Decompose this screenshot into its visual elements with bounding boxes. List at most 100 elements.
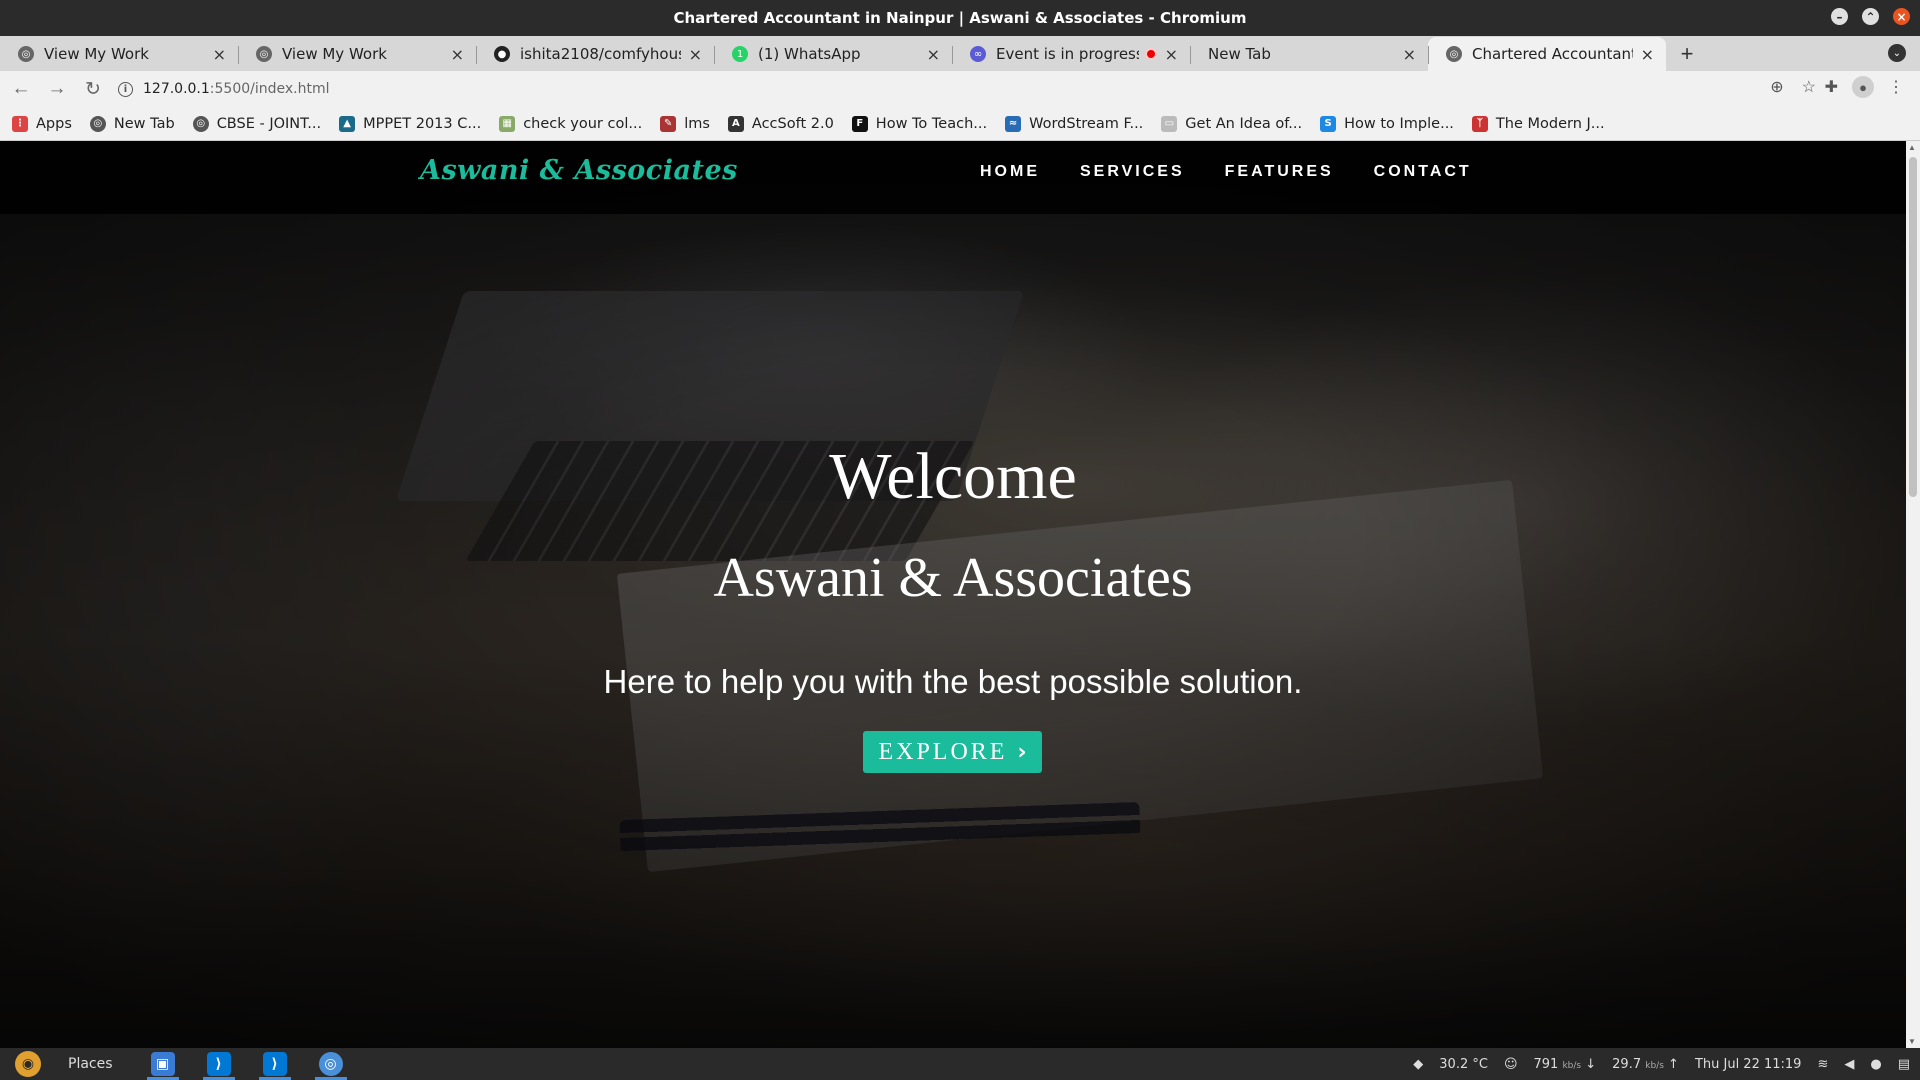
net-up-readout: 29.7 kb/s ↑ (1612, 1056, 1679, 1072)
bookmark-item[interactable]: ⋮ Apps (12, 115, 72, 132)
back-icon[interactable]: ← (6, 74, 36, 104)
page-scrollbar[interactable]: ▲ ▼ (1906, 141, 1920, 1048)
browser-tab[interactable]: ● ishita2108/comfyhouse × (476, 37, 714, 71)
bookmark-item[interactable]: A AccSoft 2.0 (727, 115, 834, 132)
s-icon: S (1320, 115, 1337, 132)
browser-tab[interactable]: ∞ Event is in progress... × (952, 37, 1190, 71)
scroll-up-icon[interactable]: ▲ (1908, 143, 1916, 152)
reload-icon[interactable]: ↻ (78, 74, 108, 104)
os-menu-icon: ◉ (15, 1051, 41, 1077)
bookmark-label: AccSoft 2.0 (751, 115, 834, 132)
hero-heading: Welcome (829, 440, 1077, 513)
nav-link-contact[interactable]: CONTACT (1374, 163, 1472, 181)
window-controls: – ⌃ × (1831, 8, 1910, 25)
browser-tab[interactable]: ◎ View My Work × (238, 37, 476, 71)
figure-icon: ᛉ (1471, 115, 1488, 132)
tab-strip: ◎ View My Work × ◎ View My Work × ● ishi… (0, 36, 1920, 71)
window-title: Chartered Accountant in Nainpur | Aswani… (673, 9, 1247, 27)
lms-icon: ✎ (660, 115, 677, 132)
forward-icon[interactable]: → (42, 74, 72, 104)
toolbar-actions: ✚ ● ⋮ (1825, 76, 1904, 98)
bookmark-item[interactable]: ᛉ The Modern J... (1471, 115, 1605, 132)
microphone-icon[interactable]: ● (1870, 1057, 1881, 1072)
bookmark-label: MPPET 2013 C... (363, 115, 482, 132)
doc-icon: ▭ (1161, 115, 1178, 132)
vscode-icon: ⟩ (206, 1052, 231, 1076)
whatsapp-icon: 1 (732, 46, 748, 62)
browser-tab-active[interactable]: ◎ Chartered Accountant in N × (1428, 37, 1666, 71)
bookmarks-bar: ⋮ Apps ◎ New Tab ◎ CBSE - JOINT... ▲ MPPET 2… (0, 107, 1920, 141)
notifications-icon[interactable]: ▤ (1898, 1057, 1910, 1072)
browser-tab[interactable]: ◎ View My Work × (0, 37, 238, 71)
bookmark-item[interactable]: ✎ lms (660, 115, 710, 132)
url-host: 127.0.0.1 (143, 81, 210, 97)
tab-close-icon[interactable]: × (1165, 45, 1178, 64)
browser-tab[interactable]: 1 (1) WhatsApp × (714, 37, 952, 71)
weather-icon: ◆ (1413, 1056, 1424, 1072)
window-titlebar: Chartered Accountant in Nainpur | Aswani… (0, 0, 1920, 36)
accsoft-icon: A (727, 115, 744, 132)
net-down-readout: 791 kb/s ↓ (1533, 1056, 1597, 1072)
bookmark-item[interactable]: ▭ Get An Idea of... (1161, 115, 1303, 132)
bookmark-label: The Modern J... (1495, 115, 1605, 132)
bookmark-item[interactable]: ≈ WordStream F... (1005, 115, 1143, 132)
close-icon[interactable]: × (1893, 8, 1910, 25)
minimize-icon[interactable]: – (1831, 8, 1848, 25)
taskbar-app-vscode[interactable]: ⟩ (199, 1048, 239, 1080)
tab-close-icon[interactable]: × (689, 45, 702, 64)
bookmark-star-icon[interactable]: ☆ (1802, 77, 1816, 97)
volume-icon[interactable]: ◀ (1844, 1057, 1854, 1072)
wave-icon: ≈ (1005, 115, 1022, 132)
nav-link-services[interactable]: SERVICES (1080, 163, 1185, 181)
wifi-icon[interactable]: ≋ (1817, 1057, 1828, 1072)
taskbar-app-chromium[interactable]: ◎ (311, 1048, 351, 1080)
bookmark-item[interactable]: ◎ New Tab (89, 115, 175, 132)
bookmark-item[interactable]: ▦ check your col... (499, 115, 642, 132)
scroll-down-icon[interactable]: ▼ (1908, 1037, 1916, 1046)
bookmark-item[interactable]: ◎ CBSE - JOINT... (192, 115, 322, 132)
scrollbar-thumb[interactable] (1909, 157, 1917, 497)
maximize-icon[interactable]: ⌃ (1862, 8, 1879, 25)
page-viewport: Aswani & Associates HOME SERVICES FEATUR… (0, 141, 1906, 1048)
extensions-icon[interactable]: ✚ (1825, 77, 1838, 97)
tab-label: View My Work (44, 45, 149, 63)
menu-kebab-icon[interactable]: ⋮ (1888, 77, 1904, 97)
start-menu-button[interactable]: ◉ (10, 1048, 46, 1080)
address-bar[interactable]: i 127.0.0.1:5500/index.html (110, 74, 1790, 104)
bookmark-label: CBSE - JOINT... (216, 115, 322, 132)
site-logo[interactable]: Aswani & Associates (420, 155, 738, 186)
hero-tagline: Here to help you with the best possible … (603, 663, 1303, 700)
bookmark-item[interactable]: F How To Teach... (851, 115, 987, 132)
taskbar-app-files[interactable]: ▣ (143, 1048, 183, 1080)
nav-link-features[interactable]: FEATURES (1225, 163, 1334, 181)
site-info-icon[interactable]: i (118, 81, 133, 97)
new-tab-button[interactable]: + (1672, 37, 1702, 71)
nav-link-home[interactable]: HOME (980, 163, 1040, 181)
tab-close-icon[interactable]: × (213, 45, 226, 64)
bookmark-item[interactable]: ▲ MPPET 2013 C... (339, 115, 482, 132)
tab-search-icon[interactable]: ⌄ (1888, 44, 1906, 62)
net-up-value: 29.7 (1612, 1056, 1642, 1072)
explore-button-label: EXPLORE (878, 738, 1008, 765)
bookmark-label: How to Imple... (1344, 115, 1454, 132)
zoom-icon[interactable]: ⊕ (1770, 77, 1783, 97)
tab-close-icon[interactable]: × (1403, 45, 1416, 64)
taskbar-app-vscode[interactable]: ⟩ (255, 1048, 295, 1080)
tab-close-icon[interactable]: × (1641, 45, 1654, 64)
omnibox-actions: ⊕ ☆ (1770, 77, 1816, 97)
clock[interactable]: Thu Jul 22 11:19 (1695, 1057, 1802, 1072)
tab-close-icon[interactable]: × (927, 45, 940, 64)
temperature-readout: 30.2 °C (1439, 1056, 1488, 1072)
explore-button[interactable]: EXPLORE › (863, 731, 1042, 773)
places-menu[interactable]: Places (68, 1056, 113, 1072)
globe-icon: ◎ (256, 46, 272, 62)
profile-avatar-icon[interactable]: ● (1852, 76, 1874, 98)
browser-tab[interactable]: New Tab × (1190, 37, 1428, 71)
github-icon: ● (494, 46, 510, 62)
bookmark-label: Get An Idea of... (1185, 115, 1303, 132)
system-monitor-icon[interactable]: ☺ (1504, 1057, 1518, 1072)
tab-label: ishita2108/comfyhouse (520, 45, 681, 63)
tab-close-icon[interactable]: × (451, 45, 464, 64)
net-down-value: 791 (1533, 1056, 1559, 1072)
bookmark-item[interactable]: S How to Imple... (1320, 115, 1454, 132)
